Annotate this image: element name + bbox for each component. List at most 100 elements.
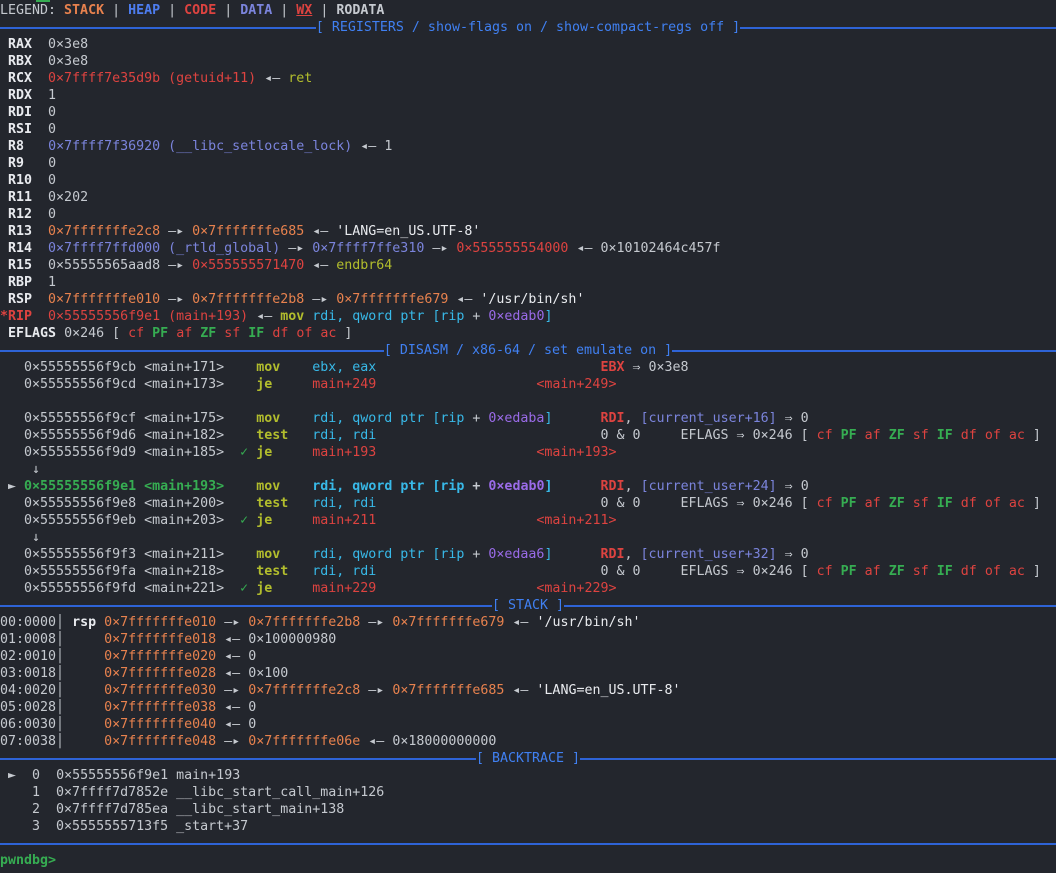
text-segment: —▸ xyxy=(160,258,192,273)
text-segment xyxy=(280,479,312,494)
text-segment: cf xyxy=(128,326,152,341)
stack-section-header: [ STACK ] xyxy=(0,597,1056,614)
text-segment: R10 xyxy=(0,173,32,188)
text-segment: ◂— xyxy=(504,615,536,630)
disasm-row: 0×55555556f9fd <main+221> ✓ je main+229 … xyxy=(0,580,1056,597)
text-segment: df xyxy=(961,428,985,443)
text-segment xyxy=(32,292,48,307)
text-segment: | xyxy=(312,3,336,18)
text-segment: ◂— xyxy=(448,292,480,307)
separator-line xyxy=(564,605,1056,607)
text-segment: 06:0030 xyxy=(0,717,56,732)
text-segment: R9 xyxy=(0,156,24,171)
text-segment: [current_user+32] xyxy=(641,547,777,562)
text-segment: *RIP xyxy=(0,309,32,324)
text-segment: mov xyxy=(280,309,304,324)
column-divider: │ xyxy=(56,632,104,647)
text-segment xyxy=(32,207,48,222)
text-segment: —▸ xyxy=(360,683,392,698)
text-segment: | xyxy=(104,3,128,18)
stack-section-header-title: [ STACK ] xyxy=(492,597,564,614)
text-segment: + xyxy=(464,547,488,562)
text-segment: 0×55555556f9fa <main+218> xyxy=(0,564,256,579)
text-segment: 0×7ffff7f36920 (__libc_setlocale_lock) xyxy=(48,139,352,154)
text-segment: <main+229> xyxy=(536,581,616,596)
backtrace-frame: 3 0×5555555713f5 _start+37 xyxy=(0,818,1056,835)
text-segment xyxy=(272,377,312,392)
text-segment: cf xyxy=(817,428,841,443)
text-segment: —▸ xyxy=(424,241,456,256)
text-segment: —▸ xyxy=(160,292,192,307)
text-segment: 2 0×7ffff7d785ea __libc_start_main+138 xyxy=(0,802,344,817)
text-segment: RDX xyxy=(0,88,32,103)
branch-taken-icon: ✓ xyxy=(240,513,248,528)
text-segment: 0 & 0 xyxy=(600,428,640,443)
text-segment: 0×555555571470 xyxy=(192,258,304,273)
separator-line xyxy=(580,758,1056,760)
text-segment: EBX xyxy=(600,360,624,375)
text-segment: ◂— xyxy=(216,666,248,681)
text-segment: mov xyxy=(256,360,280,375)
column-divider: │ xyxy=(56,717,104,732)
text-segment: IF xyxy=(937,428,961,443)
text-segment: 0×7fffffffe030 xyxy=(104,683,216,698)
text-segment: —▸ xyxy=(360,615,392,630)
text-segment xyxy=(376,513,536,528)
registers-section-header-title: [ REGISTERS / show-flags on / show-compa… xyxy=(316,19,740,36)
text-segment: | xyxy=(272,3,296,18)
text-segment: rdi, rdi xyxy=(312,428,376,443)
register-row-rcx: RCX 0×7ffff7e35d9b (getuid+11) ◂— ret xyxy=(0,70,1056,87)
text-segment: ] xyxy=(544,309,552,324)
text-segment: LEGEND: xyxy=(0,3,64,18)
text-segment: 04:0020 xyxy=(0,683,56,698)
register-row-r15: R15 0×55555565aad8 —▸ 0×555555571470 ◂— … xyxy=(0,257,1056,274)
text-segment xyxy=(32,88,48,103)
text-segment: ac xyxy=(1009,496,1025,511)
text-segment xyxy=(0,479,8,494)
text-segment: <main+249> xyxy=(536,377,616,392)
text-segment: + xyxy=(464,479,488,494)
text-segment: ⇒ xyxy=(624,360,648,375)
text-segment xyxy=(96,615,104,630)
text-segment: cf xyxy=(817,564,841,579)
text-segment: 0×7fffffffe06e xyxy=(248,734,360,749)
text-segment: 0×7fffffffe010 xyxy=(48,292,160,307)
text-segment: ◂— xyxy=(304,224,336,239)
stack-row: 03:0018│ 0×7fffffffe028 ◂— 0×100 xyxy=(0,665,1056,682)
register-row-r8: R8 0×7ffff7f36920 (__libc_setlocale_lock… xyxy=(0,138,1056,155)
text-segment xyxy=(376,496,600,511)
register-row-r11: R11 0×202 xyxy=(0,189,1056,206)
text-segment: 1 0×7ffff7d7852e __libc_start_call_main+… xyxy=(0,785,384,800)
text-segment: rsp xyxy=(72,615,96,630)
prompt-line[interactable]: pwndbg> xyxy=(0,852,1056,869)
text-segment xyxy=(0,768,8,783)
stack-row: 00:0000│ rsp 0×7fffffffe010 —▸ 0×7ffffff… xyxy=(0,614,1056,631)
text-segment: PF xyxy=(841,496,865,511)
text-segment: main+229 xyxy=(312,581,376,596)
text-segment: endbr64 xyxy=(336,258,392,273)
text-segment: + xyxy=(464,411,488,426)
text-segment: R13 xyxy=(0,224,32,239)
text-segment xyxy=(40,768,56,783)
text-segment: 0×7fffffffe685 xyxy=(192,224,304,239)
text-segment: ◂— xyxy=(304,258,336,273)
text-segment xyxy=(248,445,256,460)
text-segment: 0×202 xyxy=(48,190,88,205)
text-segment: 0 xyxy=(248,649,256,664)
text-segment: 0×555555554000 xyxy=(456,241,568,256)
text-segment: sf xyxy=(913,564,937,579)
text-segment xyxy=(32,275,48,290)
text-segment: 0 xyxy=(48,122,56,137)
text-segment: of xyxy=(296,326,320,341)
text-segment xyxy=(288,564,312,579)
text-segment: RDI xyxy=(601,411,625,426)
text-segment: 0×edab0 xyxy=(488,309,544,324)
text-segment: ZF xyxy=(889,564,913,579)
text-segment xyxy=(280,360,312,375)
text-segment: 0×edaa6 xyxy=(488,547,544,562)
text-segment: je xyxy=(256,581,272,596)
text-segment: ret xyxy=(288,71,312,86)
text-segment: 02:0010 xyxy=(0,649,56,664)
disasm-row: 0×55555556f9cb <main+171> mov ebx, eax E… xyxy=(0,359,1056,376)
blank-line xyxy=(0,393,1056,410)
